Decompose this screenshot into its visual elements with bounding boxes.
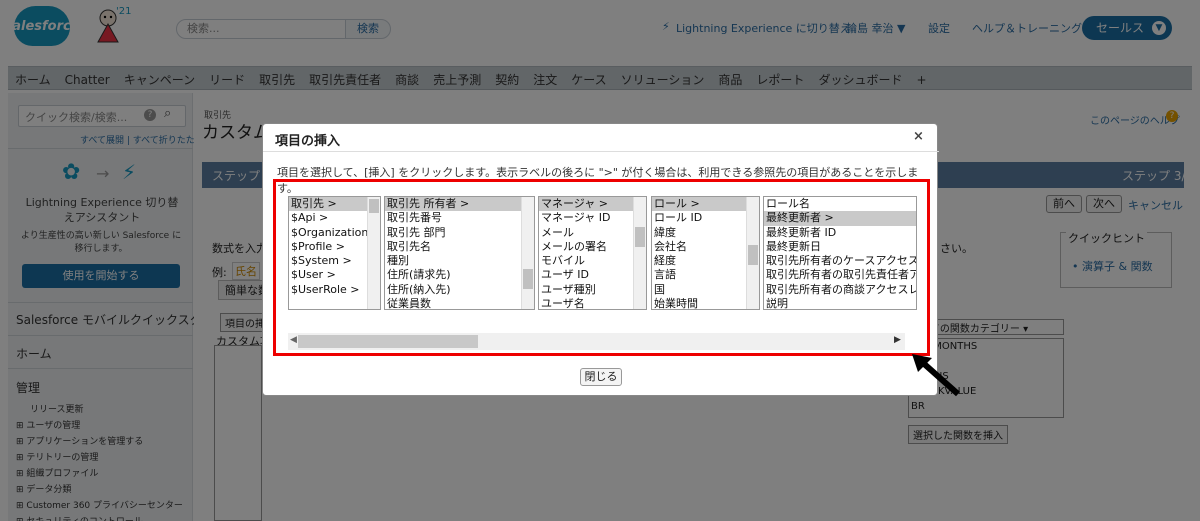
field-option[interactable]: ユーザ名 [539,297,646,309]
field-option[interactable]: 種別 [385,254,534,268]
field-option[interactable]: 取引先所有者の商談アクセスレベル [764,283,916,297]
field-option[interactable]: 住所(納入先) [385,283,534,297]
field-list-3[interactable]: マネージャ > マネージャ ID メール メールの署名 モバイル ユーザ ID ユーザ種別ユ… [538,196,647,310]
field-list-1[interactable]: 取引先 > $Api > $Organization > $Profile > $Sys… [288,196,381,310]
vertical-scrollbar[interactable] [367,197,380,309]
dialog-header [263,124,939,152]
field-option[interactable]: 取引先番号 [385,211,534,225]
field-option[interactable]: 最終更新日 [764,240,916,254]
field-option[interactable]: 住所(請求先) [385,268,534,282]
scroll-left-icon[interactable]: ◀ [290,335,297,345]
annotation-arrow-icon [912,354,960,397]
insert-field-dialog: 項目の挿入 × 項目を選択して、[挿入] をクリックします。表示ラベルの後ろに … [262,123,939,396]
field-option[interactable]: 最終更新者 > [764,211,916,226]
field-option[interactable]: ロール > [652,197,759,212]
close-icon[interactable]: × [913,129,924,144]
field-option[interactable]: マネージャ ID [539,211,646,225]
highlight-box: 取引先 > $Api > $Organization > $Profile > $Sys… [273,179,930,356]
scroll-right-icon[interactable]: ▶ [894,335,901,345]
scrollbar-thumb[interactable] [635,227,645,247]
scrollbar-thumb[interactable] [369,199,379,213]
field-option[interactable]: ユーザ ID [539,268,646,282]
field-option[interactable]: ロール名 [764,197,916,211]
close-button[interactable]: 閉じる [580,368,622,386]
field-list-5[interactable]: ロール名最終更新者 >最終更新者 ID最終更新日取引先所有者のケースアクセスレベ… [763,196,917,310]
scrollbar-thumb[interactable] [523,269,533,289]
field-list-4[interactable]: ロール >ロール ID緯度会社名経度言語国始業時間市区郡 [651,196,760,310]
field-option[interactable]: マネージャ > [539,197,646,212]
scrollbar-thumb[interactable] [298,335,478,348]
dialog-title: 項目の挿入 [275,134,341,149]
vertical-scrollbar[interactable] [633,197,646,309]
field-option[interactable]: 経度 [652,254,759,268]
vertical-scrollbar[interactable] [521,197,534,309]
field-option[interactable]: 会社名 [652,240,759,254]
vertical-scrollbar[interactable] [746,197,759,309]
field-option[interactable]: ユーザ種別 [539,283,646,297]
field-option[interactable]: 取引先名 [385,240,534,254]
field-option[interactable]: 取引先所有者の取引先責任者アクセスレベル [764,268,916,282]
field-option[interactable]: 始業時間 [652,297,759,309]
field-list-2[interactable]: 取引先 所有者 > 取引先番号 取引先 部門 取引先名 種別 住所(請求先) 住所(納入先)… [384,196,535,310]
field-option[interactable]: メール [539,226,646,240]
field-option[interactable]: 最終更新者 ID [764,226,916,240]
field-option[interactable]: 従業員数 [385,297,534,309]
field-option[interactable]: モバイル [539,254,646,268]
field-option[interactable]: 取引先 部門 [385,226,534,240]
field-option[interactable]: 取引先所有者のケースアクセスレベル [764,254,916,268]
field-option[interactable]: 緯度 [652,226,759,240]
scrollbar-thumb[interactable] [748,245,758,265]
field-option[interactable]: ロール ID [652,211,759,225]
field-option[interactable]: 国 [652,283,759,297]
field-option[interactable]: メールの署名 [539,240,646,254]
field-option[interactable]: 取引先 所有者 > [385,197,534,212]
field-option[interactable]: 言語 [652,268,759,282]
field-option[interactable]: 説明 [764,297,916,309]
horizontal-scrollbar[interactable]: ◀ ▶ [288,333,905,350]
